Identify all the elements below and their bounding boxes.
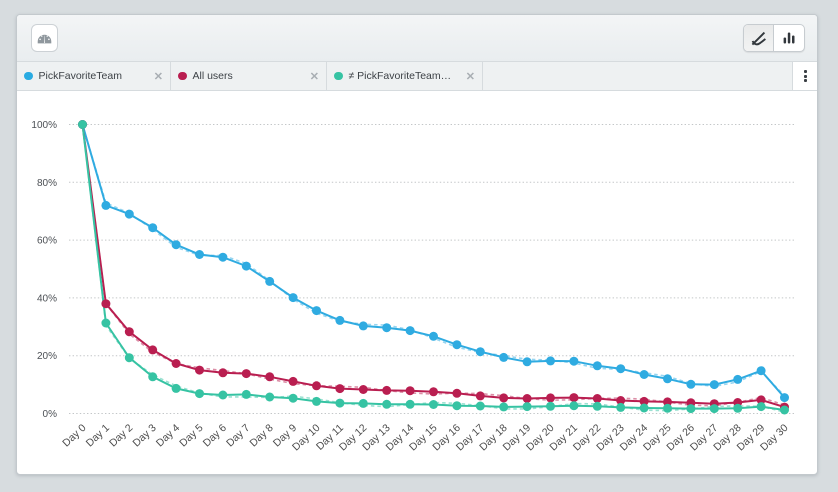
svg-text:20%: 20% [37,351,57,362]
svg-text:Day 4: Day 4 [154,422,182,450]
svg-text:100%: 100% [31,120,57,131]
svg-text:Day 5: Day 5 [177,422,205,450]
svg-text:Day 0: Day 0 [60,422,88,450]
svg-text:80%: 80% [37,178,57,189]
svg-text:60%: 60% [37,236,57,247]
svg-text:Day 1: Day 1 [84,422,112,450]
svg-text:0%: 0% [43,409,58,420]
svg-text:Day 3: Day 3 [130,422,158,450]
svg-text:Day 2: Day 2 [107,422,135,450]
svg-text:Day 8: Day 8 [247,422,275,450]
svg-text:Day 7: Day 7 [224,422,252,450]
svg-text:40%: 40% [37,293,57,304]
svg-text:Day 6: Day 6 [201,422,229,450]
